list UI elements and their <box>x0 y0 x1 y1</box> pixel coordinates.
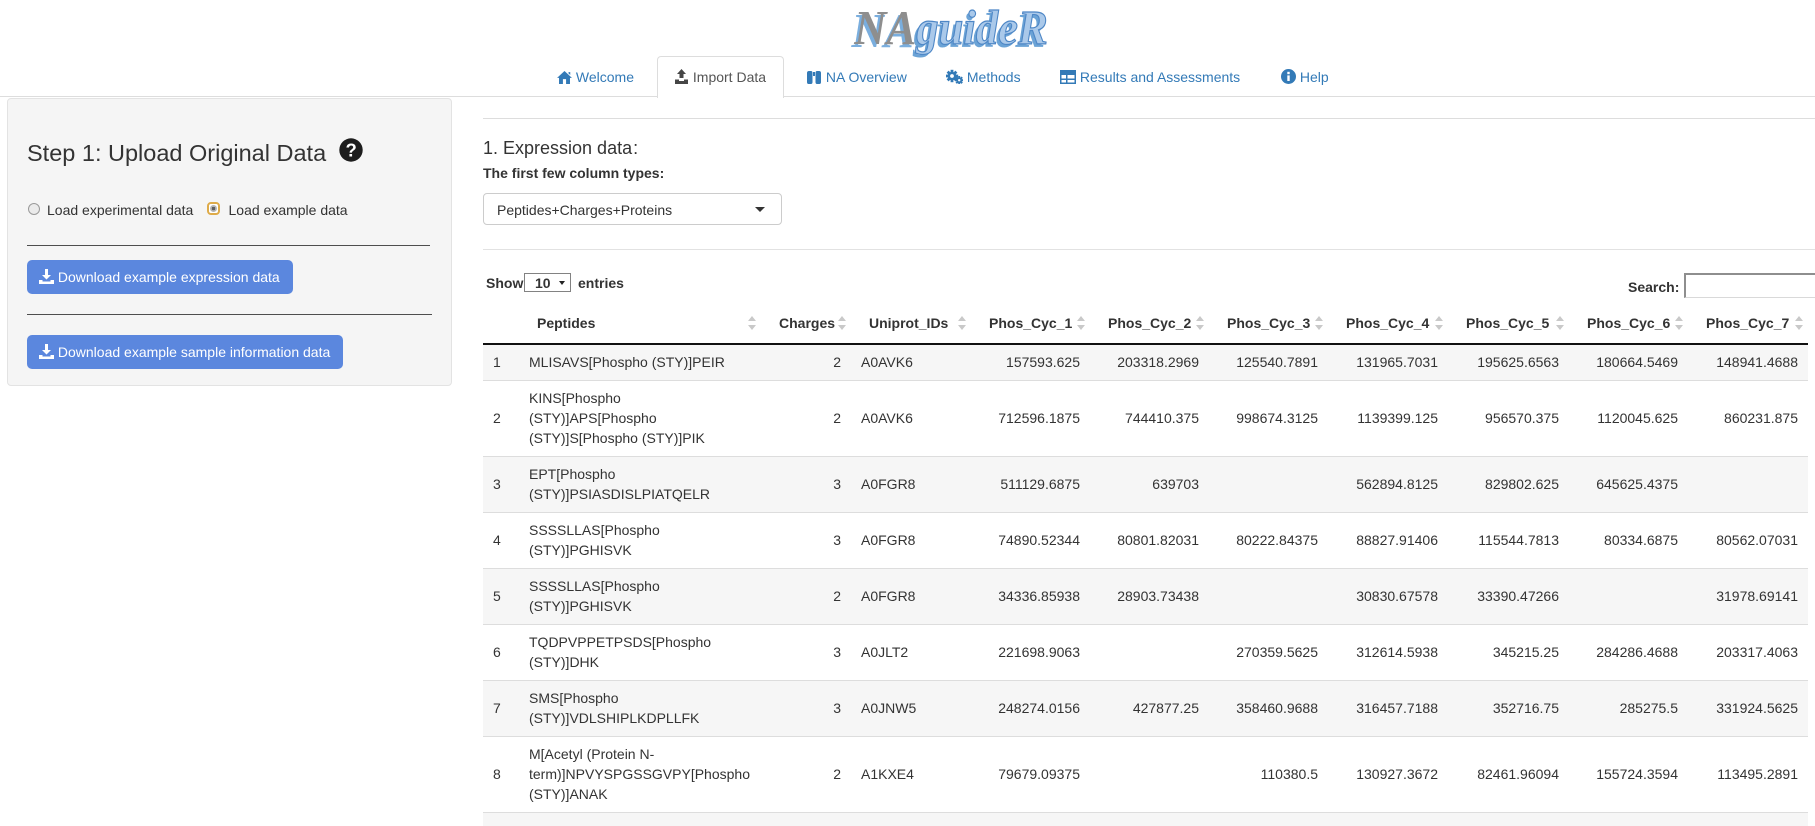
svg-text:?: ? <box>346 140 357 161</box>
